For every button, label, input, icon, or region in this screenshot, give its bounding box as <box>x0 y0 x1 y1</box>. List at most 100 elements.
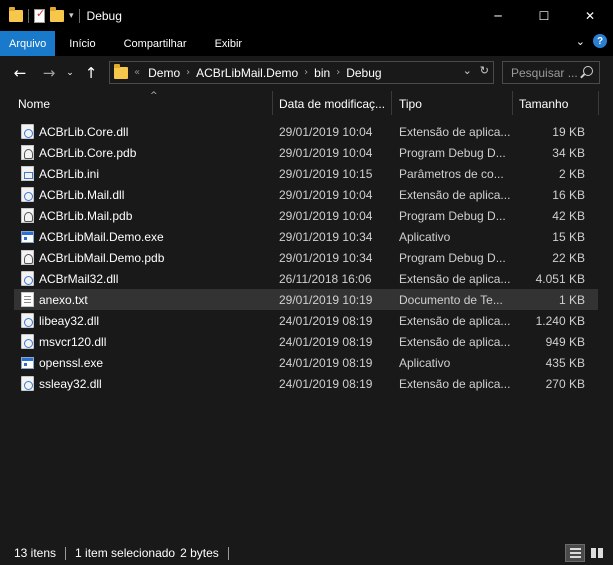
file-type: Program Debug D... <box>399 208 506 223</box>
breadcrumb-acbrlibmail-demo[interactable]: ACBrLibMail.Demo <box>196 66 298 80</box>
file-row[interactable]: ACBrMail32.dll 26/11/2018 16:06 Extensão d… <box>14 268 598 289</box>
ini-icon <box>21 166 34 181</box>
pdb-icon <box>21 250 34 265</box>
tab-arquivo[interactable]: Arquivo <box>0 31 56 56</box>
file-date-modified: 24/01/2019 08:19 <box>279 376 373 391</box>
navigation-bar: ← → ⌄ ↑ « Demo › ACBrLibMail.Demo › bin … <box>0 56 613 89</box>
ribbon-tabs: Arquivo Início Compartilhar Exibir ⌄ ? <box>0 31 613 56</box>
tab-inicio[interactable]: Início <box>55 31 109 56</box>
selection-size: 2 bytes <box>180 546 219 560</box>
column-divider[interactable] <box>598 91 599 115</box>
file-row[interactable]: msvcr120.dll 24/01/2019 08:19 Extensão de … <box>14 331 598 352</box>
column-header-size-label: Tamanho <box>519 97 569 111</box>
dll-icon <box>21 334 34 349</box>
tab-exibir[interactable]: Exibir <box>201 31 257 56</box>
file-type: Parâmetros de co... <box>399 166 504 181</box>
file-date-modified: 29/01/2019 10:34 <box>279 229 373 244</box>
column-header-name[interactable]: Nome ^ <box>12 91 270 115</box>
tab-compartilhar[interactable]: Compartilhar <box>110 31 201 56</box>
maximize-button[interactable]: ☐ <box>521 0 567 31</box>
breadcrumb-debug[interactable]: Debug <box>346 66 381 80</box>
column-header-date-label: Data de modificaç... <box>279 97 386 111</box>
file-date-modified: 29/01/2019 10:19 <box>279 292 373 307</box>
file-type: Extensão de aplica... <box>399 187 511 202</box>
search-box[interactable]: Pesquisar ... <box>502 61 600 84</box>
chevron-right-icon[interactable]: › <box>186 67 190 78</box>
file-name: ACBrMail32.dll <box>39 271 119 286</box>
exe-icon <box>21 231 34 243</box>
column-divider[interactable] <box>391 91 392 115</box>
file-size: 270 KB <box>545 376 585 391</box>
exe-icon <box>21 357 34 369</box>
file-size: 4.051 KB <box>535 271 585 286</box>
forward-button[interactable]: → <box>37 64 61 82</box>
file-name: msvcr120.dll <box>39 334 107 349</box>
breadcrumb-demo[interactable]: Demo <box>148 66 180 80</box>
breadcrumb-bin[interactable]: bin <box>314 66 330 80</box>
column-header-size[interactable]: Tamanho <box>513 93 598 115</box>
file-name: ACBrLib.Core.dll <box>39 124 129 139</box>
file-row[interactable]: ACBrLibMail.Demo.exe 29/01/2019 10:34 Apli… <box>14 226 598 247</box>
item-count: 13 itens <box>14 546 57 560</box>
back-button[interactable]: ← <box>8 64 32 82</box>
details-view-icon <box>569 548 581 558</box>
file-date-modified: 29/01/2019 10:34 <box>279 250 373 265</box>
properties-icon[interactable] <box>34 7 45 23</box>
up-button[interactable]: ↑ <box>79 64 103 82</box>
details-view-button[interactable] <box>565 544 585 562</box>
chevron-right-icon[interactable]: › <box>336 67 340 78</box>
column-header-date[interactable]: Data de modificaç... <box>273 93 391 115</box>
dll-icon <box>21 187 34 202</box>
large-icons-view-button[interactable] <box>587 544 607 562</box>
file-name: ACBrLib.ini <box>39 166 100 181</box>
new-folder-icon[interactable] <box>50 6 64 22</box>
file-row[interactable]: ssleay32.dll 24/01/2019 08:19 Extensão de … <box>14 373 598 394</box>
file-date-modified: 29/01/2019 10:04 <box>279 124 373 139</box>
file-row[interactable]: ACBrLib.Core.dll 29/01/2019 10:04 Extensão… <box>14 121 598 142</box>
folder-icon <box>114 63 128 79</box>
recent-locations-button[interactable]: ⌄ <box>63 68 77 78</box>
selection-info: 1 item selecionado <box>75 546 176 560</box>
customize-toolbar-dropdown-icon[interactable]: ▾ <box>69 11 74 21</box>
file-row[interactable]: ACBrLib.ini 29/01/2019 10:15 Parâmetros de… <box>14 163 598 184</box>
more-locations-icon[interactable]: « <box>134 67 140 78</box>
refresh-icon[interactable]: ↻ <box>480 64 489 77</box>
address-bar[interactable]: « Demo › ACBrLibMail.Demo › bin › Debug … <box>109 61 494 84</box>
file-name: libeay32.dll <box>39 313 100 328</box>
file-row[interactable]: ACBrLibMail.Demo.pdb 29/01/2019 10:34 Prog… <box>14 247 598 268</box>
file-size: 15 KB <box>552 229 585 244</box>
file-row[interactable]: ACBrLib.Mail.dll 29/01/2019 10:04 Extensão… <box>14 184 598 205</box>
file-name: ACBrLib.Mail.pdb <box>39 208 133 223</box>
search-placeholder: Pesquisar ... <box>511 65 578 80</box>
file-row[interactable]: anexo.txt 29/01/2019 10:19 Documento de Te… <box>14 289 598 310</box>
file-row[interactable]: ACBrLib.Mail.pdb 29/01/2019 10:04 Program … <box>14 205 598 226</box>
file-name: ACBrLibMail.Demo.exe <box>39 229 164 244</box>
close-button[interactable]: ✕ <box>567 0 613 31</box>
file-type: Extensão de aplica... <box>399 124 511 139</box>
file-row[interactable]: libeay32.dll 24/01/2019 08:19 Extensão de … <box>14 310 598 331</box>
file-row[interactable]: ACBrLib.Core.pdb 29/01/2019 10:04 Program … <box>14 142 598 163</box>
file-date-modified: 29/01/2019 10:15 <box>279 166 373 181</box>
expand-ribbon-chevron-icon[interactable]: ⌄ <box>576 35 585 48</box>
pdb-icon <box>21 145 34 160</box>
dll-icon <box>21 313 34 328</box>
dll-icon <box>21 124 34 139</box>
toolbar-divider <box>78 8 80 23</box>
column-header-type[interactable]: Tipo <box>393 93 511 115</box>
folder-icon[interactable] <box>9 6 23 22</box>
file-size: 435 KB <box>545 355 585 370</box>
sort-ascending-icon: ^ <box>150 91 158 101</box>
file-type: Extensão de aplica... <box>399 313 511 328</box>
help-icon[interactable]: ? <box>593 34 607 48</box>
file-type: Program Debug D... <box>399 145 506 160</box>
file-name: ACBrLib.Mail.dll <box>39 187 125 202</box>
file-row[interactable]: openssl.exe 24/01/2019 08:19 Aplicativo 435… <box>14 352 598 373</box>
minimize-button[interactable]: ─ <box>475 0 521 31</box>
search-icon[interactable] <box>583 66 593 76</box>
address-history-dropdown-icon[interactable]: ⌄ <box>463 64 472 77</box>
file-type: Program Debug D... <box>399 250 506 265</box>
dll-icon <box>21 271 34 286</box>
file-date-modified: 29/01/2019 10:04 <box>279 145 373 160</box>
chevron-right-icon[interactable]: › <box>304 67 308 78</box>
file-type: Documento de Te... <box>399 292 503 307</box>
